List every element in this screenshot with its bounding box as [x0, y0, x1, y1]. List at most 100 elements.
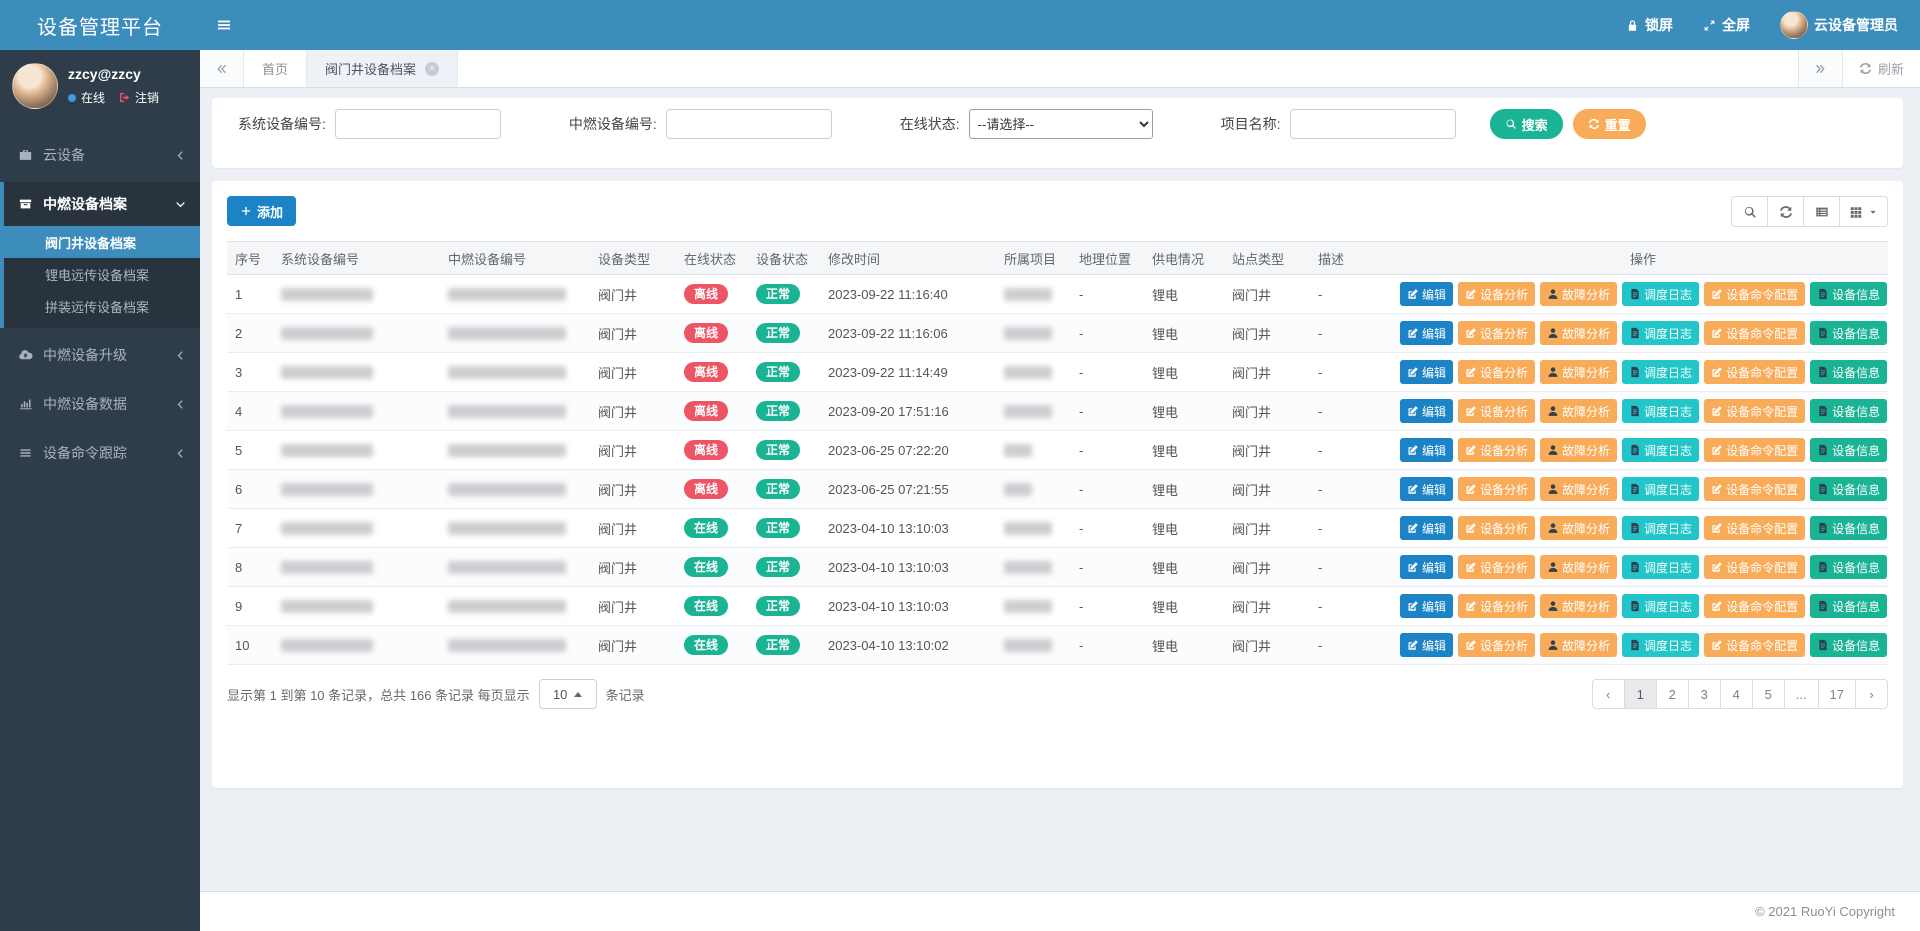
sidebar-toggle-button[interactable]	[200, 0, 248, 50]
fault-analysis-button[interactable]: 故障分析	[1540, 360, 1617, 384]
device-info-button[interactable]: 设备信息	[1810, 399, 1887, 423]
toolbar-search-button[interactable]	[1731, 196, 1768, 227]
prev-page-button[interactable]: ‹	[1592, 679, 1625, 709]
device-command-config-button[interactable]: 设备命令配置	[1704, 399, 1805, 423]
fullscreen-button[interactable]: 全屏	[1703, 15, 1750, 35]
device-info-button[interactable]: 设备信息	[1810, 282, 1887, 306]
dispatch-log-button[interactable]: 调度日志	[1622, 438, 1699, 462]
edit-button[interactable]: 编辑	[1400, 594, 1453, 618]
device-info-button[interactable]: 设备信息	[1810, 516, 1887, 540]
tab-refresh-button[interactable]: 刷新	[1842, 50, 1920, 87]
tab-home[interactable]: 首页	[244, 50, 307, 87]
tabs-scroll-left-button[interactable]	[200, 50, 244, 87]
device-analysis-button[interactable]: 设备分析	[1458, 594, 1535, 618]
device-info-button[interactable]: 设备信息	[1810, 321, 1887, 345]
device-command-config-button[interactable]: 设备命令配置	[1704, 438, 1805, 462]
page-button-3[interactable]: 3	[1688, 679, 1721, 709]
device-info-button[interactable]: 设备信息	[1810, 360, 1887, 384]
device-command-config-button[interactable]: 设备命令配置	[1704, 633, 1805, 657]
fault-analysis-button[interactable]: 故障分析	[1540, 282, 1617, 306]
fault-analysis-button[interactable]: 故障分析	[1540, 321, 1617, 345]
device-command-config-button[interactable]: 设备命令配置	[1704, 477, 1805, 501]
dispatch-log-button[interactable]: 调度日志	[1622, 477, 1699, 501]
sys-device-no-input[interactable]	[335, 109, 501, 139]
sidebar-item-3[interactable]: 中燃设备数据	[0, 382, 200, 426]
toolbar-columns-button[interactable]	[1839, 196, 1888, 227]
dispatch-log-button[interactable]: 调度日志	[1622, 399, 1699, 423]
device-info-button[interactable]: 设备信息	[1810, 438, 1887, 462]
page-button-5[interactable]: 5	[1752, 679, 1785, 709]
device-analysis-button[interactable]: 设备分析	[1458, 360, 1535, 384]
sidebar-subitem-1-0[interactable]: 阀门井设备档案	[4, 226, 200, 258]
edit-button[interactable]: 编辑	[1400, 477, 1453, 501]
tab-valve-well-archive[interactable]: 阀门井设备档案 ×	[307, 50, 458, 87]
sidebar-subitem-1-1[interactable]: 锂电远传设备档案	[4, 258, 200, 290]
dispatch-log-button[interactable]: 调度日志	[1622, 633, 1699, 657]
sidebar-item-0[interactable]: 云设备	[0, 133, 200, 177]
fault-analysis-button[interactable]: 故障分析	[1540, 555, 1617, 579]
sidebar-item-2[interactable]: 中燃设备升级	[0, 333, 200, 377]
user-menu[interactable]: 云设备管理员	[1780, 11, 1898, 39]
dispatch-log-button[interactable]: 调度日志	[1622, 321, 1699, 345]
fault-analysis-button[interactable]: 故障分析	[1540, 516, 1617, 540]
dispatch-log-button[interactable]: 调度日志	[1622, 282, 1699, 306]
next-page-button[interactable]: ›	[1855, 679, 1888, 709]
device-command-config-button[interactable]: 设备命令配置	[1704, 321, 1805, 345]
device-analysis-button[interactable]: 设备分析	[1458, 438, 1535, 462]
edit-button[interactable]: 编辑	[1400, 633, 1453, 657]
edit-button[interactable]: 编辑	[1400, 360, 1453, 384]
page-size-dropdown[interactable]: 10	[539, 679, 597, 709]
device-analysis-button[interactable]: 设备分析	[1458, 633, 1535, 657]
fault-analysis-button[interactable]: 故障分析	[1540, 477, 1617, 501]
zr-device-no-input[interactable]	[666, 109, 832, 139]
edit-button[interactable]: 编辑	[1400, 555, 1453, 579]
page-button-2[interactable]: 2	[1656, 679, 1689, 709]
app-logo[interactable]: 设备管理平台	[0, 0, 200, 50]
dispatch-log-button[interactable]: 调度日志	[1622, 555, 1699, 579]
edit-button[interactable]: 编辑	[1400, 516, 1453, 540]
device-analysis-button[interactable]: 设备分析	[1458, 321, 1535, 345]
device-command-config-button[interactable]: 设备命令配置	[1704, 516, 1805, 540]
device-info-button[interactable]: 设备信息	[1810, 594, 1887, 618]
fault-analysis-button[interactable]: 故障分析	[1540, 633, 1617, 657]
device-info-button[interactable]: 设备信息	[1810, 633, 1887, 657]
edit-button[interactable]: 编辑	[1400, 438, 1453, 462]
tabs-scroll-right-button[interactable]	[1798, 50, 1842, 87]
dispatch-log-button[interactable]: 调度日志	[1622, 516, 1699, 540]
device-command-config-button[interactable]: 设备命令配置	[1704, 282, 1805, 306]
fault-analysis-button[interactable]: 故障分析	[1540, 438, 1617, 462]
page-button-17[interactable]: 17	[1818, 679, 1856, 709]
device-command-config-button[interactable]: 设备命令配置	[1704, 555, 1805, 579]
project-name-input[interactable]	[1290, 109, 1456, 139]
toolbar-refresh-button[interactable]	[1767, 196, 1804, 227]
device-command-config-button[interactable]: 设备命令配置	[1704, 594, 1805, 618]
toolbar-detail-view-button[interactable]	[1803, 196, 1840, 227]
lock-screen-button[interactable]: 锁屏	[1626, 15, 1673, 35]
device-analysis-button[interactable]: 设备分析	[1458, 516, 1535, 540]
reset-button[interactable]: 重置	[1573, 109, 1646, 139]
sidebar-item-4[interactable]: 设备命令跟踪	[0, 431, 200, 475]
sidebar-subitem-1-2[interactable]: 拼装远传设备档案	[4, 290, 200, 322]
sidebar-item-1[interactable]: 中燃设备档案	[4, 182, 200, 226]
edit-button[interactable]: 编辑	[1400, 282, 1453, 306]
dispatch-log-button[interactable]: 调度日志	[1622, 360, 1699, 384]
search-button[interactable]: 搜索	[1490, 109, 1563, 139]
online-status-select[interactable]: --请选择--	[969, 109, 1153, 139]
device-info-button[interactable]: 设备信息	[1810, 477, 1887, 501]
edit-button[interactable]: 编辑	[1400, 399, 1453, 423]
fault-analysis-button[interactable]: 故障分析	[1540, 594, 1617, 618]
fault-analysis-button[interactable]: 故障分析	[1540, 399, 1617, 423]
device-analysis-button[interactable]: 设备分析	[1458, 399, 1535, 423]
device-info-button[interactable]: 设备信息	[1810, 555, 1887, 579]
device-command-config-button[interactable]: 设备命令配置	[1704, 360, 1805, 384]
page-button-1[interactable]: 1	[1624, 679, 1657, 709]
page-button-4[interactable]: 4	[1720, 679, 1753, 709]
dispatch-log-button[interactable]: 调度日志	[1622, 594, 1699, 618]
close-tab-icon[interactable]: ×	[425, 62, 439, 76]
logout-button[interactable]: 注销	[118, 89, 159, 106]
device-analysis-button[interactable]: 设备分析	[1458, 477, 1535, 501]
device-analysis-button[interactable]: 设备分析	[1458, 282, 1535, 306]
add-button[interactable]: 添加	[227, 196, 296, 226]
edit-button[interactable]: 编辑	[1400, 321, 1453, 345]
device-analysis-button[interactable]: 设备分析	[1458, 555, 1535, 579]
